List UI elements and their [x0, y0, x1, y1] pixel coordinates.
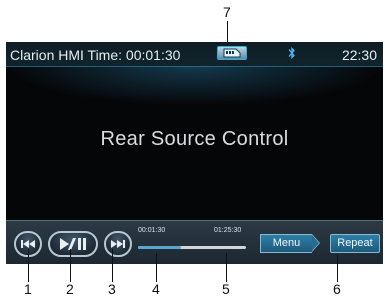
- next-button[interactable]: [104, 231, 132, 257]
- bluetooth-icon: [288, 46, 295, 60]
- elapsed-time: 00:01:30: [138, 227, 166, 234]
- total-time: 01:25:30: [214, 227, 242, 234]
- callout-4-leader: [156, 253, 157, 282]
- callout-4: 4: [152, 281, 160, 297]
- progress-bar[interactable]: [138, 246, 246, 249]
- callout-5: 5: [222, 281, 230, 297]
- status-bar: Clarion HMI Time: 00:01:30 22:30: [6, 42, 383, 67]
- callout-2: 2: [66, 281, 74, 297]
- callout-6-leader: [337, 255, 338, 282]
- callout-1: 1: [24, 281, 32, 297]
- source-message: Rear Source Control: [100, 128, 289, 150]
- menu-label: Menu: [272, 237, 301, 249]
- playback-bar: 00:01:30 01:25:30 Menu Repeat: [6, 220, 383, 264]
- play-pause-button[interactable]: [48, 231, 98, 257]
- callout-6: 6: [333, 281, 341, 297]
- repeat-button[interactable]: Repeat: [330, 234, 380, 253]
- menu-button[interactable]: Menu: [260, 234, 320, 253]
- callout-3: 3: [108, 281, 116, 297]
- menu-arrow-fill: [312, 235, 319, 251]
- repeat-label: Repeat: [337, 237, 373, 249]
- play-pause-icon: [60, 238, 86, 250]
- callout-5-leader: [226, 253, 227, 282]
- hmi-screen: Clarion HMI Time: 00:01:30 22:30 Rear So…: [6, 42, 383, 264]
- progress-fill: [138, 246, 182, 249]
- next-icon: [111, 240, 125, 248]
- callout-7: 7: [223, 4, 231, 20]
- callout-1-leader: [28, 249, 29, 282]
- callout-3-leader: [112, 249, 113, 282]
- callout-2-leader: [70, 249, 71, 282]
- status-title: Clarion HMI Time: 00:01:30: [10, 47, 181, 63]
- previous-icon: [21, 240, 35, 248]
- header-glow: [6, 66, 383, 106]
- status-clock: 22:30: [341, 47, 377, 63]
- sd-card-icon[interactable]: [217, 46, 247, 60]
